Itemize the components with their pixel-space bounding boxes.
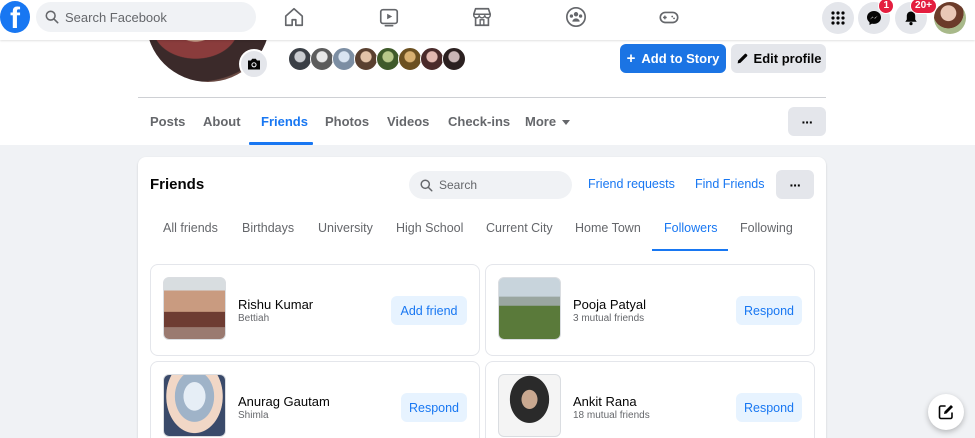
notifications-badge: 20+ (910, 0, 937, 14)
facebook-logo[interactable]: f (0, 1, 30, 33)
respond-button[interactable]: Respond (736, 296, 802, 325)
friends-search-input[interactable] (439, 178, 559, 192)
friends-title: Friends (150, 176, 205, 193)
account-avatar[interactable] (934, 2, 966, 34)
friend-avatar[interactable] (310, 47, 334, 71)
person-name[interactable]: Ankit Rana (573, 394, 637, 409)
friend-avatar[interactable] (398, 47, 422, 71)
subtab-current-city[interactable]: Current City (486, 221, 553, 235)
edit-profile-button[interactable]: Edit profile (731, 44, 826, 73)
search-input[interactable] (65, 9, 245, 25)
friend-avatar[interactable] (420, 47, 444, 71)
subtab-home-town[interactable]: Home Town (575, 221, 641, 235)
person-subtitle: 18 mutual friends (573, 410, 650, 421)
friend-avatar[interactable] (354, 47, 378, 71)
subtab-birthdays[interactable]: Birthdays (242, 221, 294, 235)
add-friend-button[interactable]: Add friend (391, 296, 467, 325)
tab-posts[interactable]: Posts (150, 114, 185, 129)
tab-about[interactable]: About (203, 114, 241, 129)
grid-menu-icon (831, 11, 845, 25)
gaming-nav-button[interactable] (654, 3, 684, 31)
friends-card: Friends Friend requests Find Friends ···… (138, 157, 826, 438)
watch-nav-button[interactable] (374, 3, 404, 31)
profile-header: + Add to Story Edit profile Posts About … (0, 4, 975, 145)
person-subtitle: 3 mutual friends (573, 313, 645, 324)
tab-friends[interactable]: Friends (261, 114, 308, 129)
person-photo[interactable] (163, 277, 226, 340)
marketplace-icon (472, 7, 492, 27)
friend-avatar[interactable] (376, 47, 400, 71)
person-name[interactable]: Pooja Patyal (573, 297, 646, 312)
person-name[interactable]: Anurag Gautam (238, 394, 330, 409)
active-subtab-indicator (652, 249, 728, 251)
subtab-all-friends[interactable]: All friends (163, 221, 218, 235)
marketplace-nav-button[interactable] (467, 3, 497, 31)
messenger-button[interactable]: 1 (858, 0, 894, 34)
list-item: Pooja Patyal 3 mutual friends Respond (485, 264, 815, 356)
home-icon (284, 7, 304, 27)
friends-more-options-button[interactable]: ··· (776, 170, 814, 199)
update-profile-picture-button[interactable] (239, 49, 269, 79)
subtab-high-school[interactable]: High School (396, 221, 463, 235)
messenger-badge: 1 (878, 0, 894, 14)
groups-icon (566, 7, 586, 27)
compose-icon (938, 405, 953, 420)
facebook-search[interactable] (36, 2, 256, 32)
pencil-icon (737, 53, 747, 64)
top-nav: f 1 20+ (0, 0, 975, 40)
person-subtitle: Shimla (238, 410, 269, 421)
list-item: Ankit Rana 18 mutual friends Respond (485, 361, 815, 438)
header-divider (138, 97, 826, 98)
person-photo[interactable] (498, 374, 561, 437)
person-photo[interactable] (163, 374, 226, 437)
list-item: Anurag Gautam Shimla Respond (150, 361, 480, 438)
tab-more[interactable]: More (525, 114, 571, 129)
find-friends-link[interactable]: Find Friends (695, 177, 764, 191)
subtab-followers[interactable]: Followers (664, 221, 718, 235)
person-subtitle: Bettiah (238, 313, 270, 324)
tab-photos[interactable]: Photos (325, 114, 369, 129)
tab-more-label: More (525, 114, 557, 129)
profile-more-options-button[interactable]: ··· (788, 107, 826, 136)
respond-button[interactable]: Respond (736, 393, 802, 422)
tab-videos[interactable]: Videos (387, 114, 429, 129)
game-controller-icon (659, 11, 679, 24)
caret-down-icon (562, 120, 571, 126)
groups-nav-button[interactable] (561, 3, 591, 31)
new-message-button[interactable] (928, 394, 964, 430)
friends-search[interactable] (409, 171, 572, 199)
tab-check-ins[interactable]: Check-ins (448, 114, 510, 129)
friend-avatar[interactable] (288, 47, 312, 71)
video-icon (379, 8, 399, 27)
plus-icon: + (626, 50, 636, 67)
camera-icon (248, 58, 260, 70)
add-to-story-button[interactable]: + Add to Story (620, 44, 726, 73)
person-photo[interactable] (498, 277, 561, 340)
notifications-button[interactable]: 20+ (895, 0, 937, 34)
search-icon (420, 178, 433, 192)
respond-button[interactable]: Respond (401, 393, 467, 422)
menu-button[interactable] (822, 2, 854, 34)
messenger-icon (867, 11, 881, 25)
search-icon (45, 10, 59, 24)
list-item: Rishu Kumar Bettiah Add friend (150, 264, 480, 356)
friend-requests-link[interactable]: Friend requests (588, 177, 675, 191)
active-tab-indicator (249, 142, 313, 145)
subtab-following[interactable]: Following (740, 221, 793, 235)
friend-avatar[interactable] (332, 47, 356, 71)
home-nav-button[interactable] (279, 3, 309, 31)
friend-avatar[interactable] (442, 47, 466, 71)
add-to-story-label: Add to Story (641, 51, 720, 66)
person-name[interactable]: Rishu Kumar (238, 297, 313, 312)
subtab-university[interactable]: University (318, 221, 373, 235)
edit-profile-label: Edit profile (753, 51, 822, 66)
